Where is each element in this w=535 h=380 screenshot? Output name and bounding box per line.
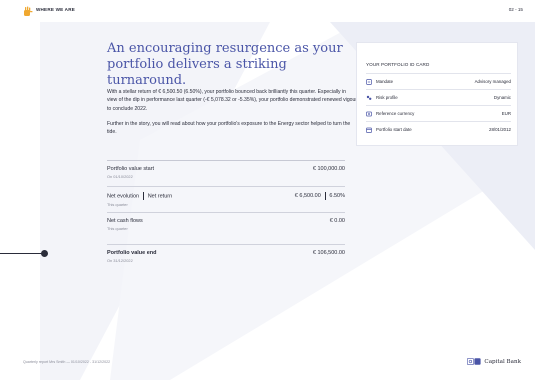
net-return-label: Net return bbox=[147, 193, 173, 200]
value-start-date: On 01/10/2022 bbox=[107, 174, 133, 179]
value-divider bbox=[324, 192, 326, 200]
footer-report-info: Quarterly report Mrs Smith — 01/10/2022 … bbox=[23, 360, 111, 364]
value-end-label: Portfolio value end bbox=[107, 250, 157, 256]
mandate-icon bbox=[366, 79, 372, 85]
footer-brand-block: Capital Bank bbox=[467, 358, 521, 365]
value-start-amount: € 100,000.00 bbox=[312, 166, 345, 172]
table-row-cash-flows: Net cash flows This quarter € 0.00 bbox=[107, 212, 345, 238]
cash-flows-period: This quarter bbox=[107, 226, 128, 231]
id-card-title: YOUR PORTFOLIO ID CARD bbox=[366, 62, 430, 67]
currency-icon bbox=[366, 111, 372, 117]
id-card-row-mandate: Mandate Advisory managed bbox=[366, 73, 511, 90]
net-evolution-amount: € 6,500.00 bbox=[294, 193, 321, 199]
calendar-icon bbox=[366, 127, 372, 133]
bank-name: Capital Bank bbox=[484, 358, 521, 365]
table-row-net-evolution: Net evolution Net return This quarter € 6… bbox=[107, 186, 345, 212]
net-return-percent: 6.50% bbox=[329, 193, 345, 199]
risk-profile-value: Dynamic bbox=[493, 95, 511, 100]
section-label: WHERE WE ARE bbox=[36, 7, 75, 12]
id-card-row-start-date: Portfolio start date 28/01/2012 bbox=[366, 121, 511, 138]
table-row-value-end: Portfolio value end On 31/12/2022 € 106,… bbox=[107, 244, 345, 270]
value-end-date: On 31/12/2022 bbox=[107, 258, 133, 263]
id-card-row-currency: Reference currency EUR bbox=[366, 105, 511, 122]
top-bar: WHERE WE ARE 02 - 15 bbox=[0, 0, 535, 22]
risk-profile-label: Risk profile bbox=[376, 95, 398, 100]
bank-logo-icon bbox=[467, 358, 482, 365]
table-row-value-start: Portfolio value start On 01/10/2022 € 10… bbox=[107, 160, 345, 186]
id-card-row-risk: Risk profile Dynamic bbox=[366, 89, 511, 106]
value-start-label: Portfolio value start bbox=[107, 166, 155, 172]
start-date-value: 28/01/2012 bbox=[489, 127, 511, 132]
label-divider bbox=[143, 192, 144, 200]
cash-flows-amount: € 0.00 bbox=[329, 218, 345, 224]
net-evolution-period: This quarter bbox=[107, 202, 128, 207]
mandate-label: Mandate bbox=[376, 79, 394, 84]
timeline-line bbox=[0, 253, 44, 254]
portfolio-value-table: Portfolio value start On 01/10/2022 € 10… bbox=[107, 160, 345, 270]
page-title: An encouraging resurgence as your portfo… bbox=[107, 41, 343, 88]
value-end-amount: € 106,500.00 bbox=[312, 250, 345, 256]
cash-flows-label: Net cash flows bbox=[107, 218, 143, 224]
timeline-dot bbox=[41, 250, 48, 257]
portfolio-id-card: YOUR PORTFOLIO ID CARD Mandate Advisory … bbox=[356, 42, 518, 146]
currency-label: Reference currency bbox=[376, 111, 415, 116]
mandate-value: Advisory managed bbox=[474, 79, 511, 84]
start-date-label: Portfolio start date bbox=[376, 127, 412, 132]
net-evolution-label: Net evolution bbox=[107, 193, 140, 200]
intro-paragraph: With a stellar return of € 6,500.50 (6.5… bbox=[107, 89, 358, 112]
risk-profile-icon bbox=[366, 95, 372, 100]
page-number: 02 - 15 bbox=[508, 7, 523, 12]
report-page: WHERE WE ARE 02 - 15 An encouraging resu… bbox=[0, 0, 535, 380]
net-evolution-values: € 6,500.00 6.50% bbox=[295, 192, 345, 200]
currency-value: EUR bbox=[501, 111, 511, 116]
story-paragraph: Further in the story, you will read abou… bbox=[107, 121, 351, 136]
hand-icon bbox=[24, 6, 33, 16]
